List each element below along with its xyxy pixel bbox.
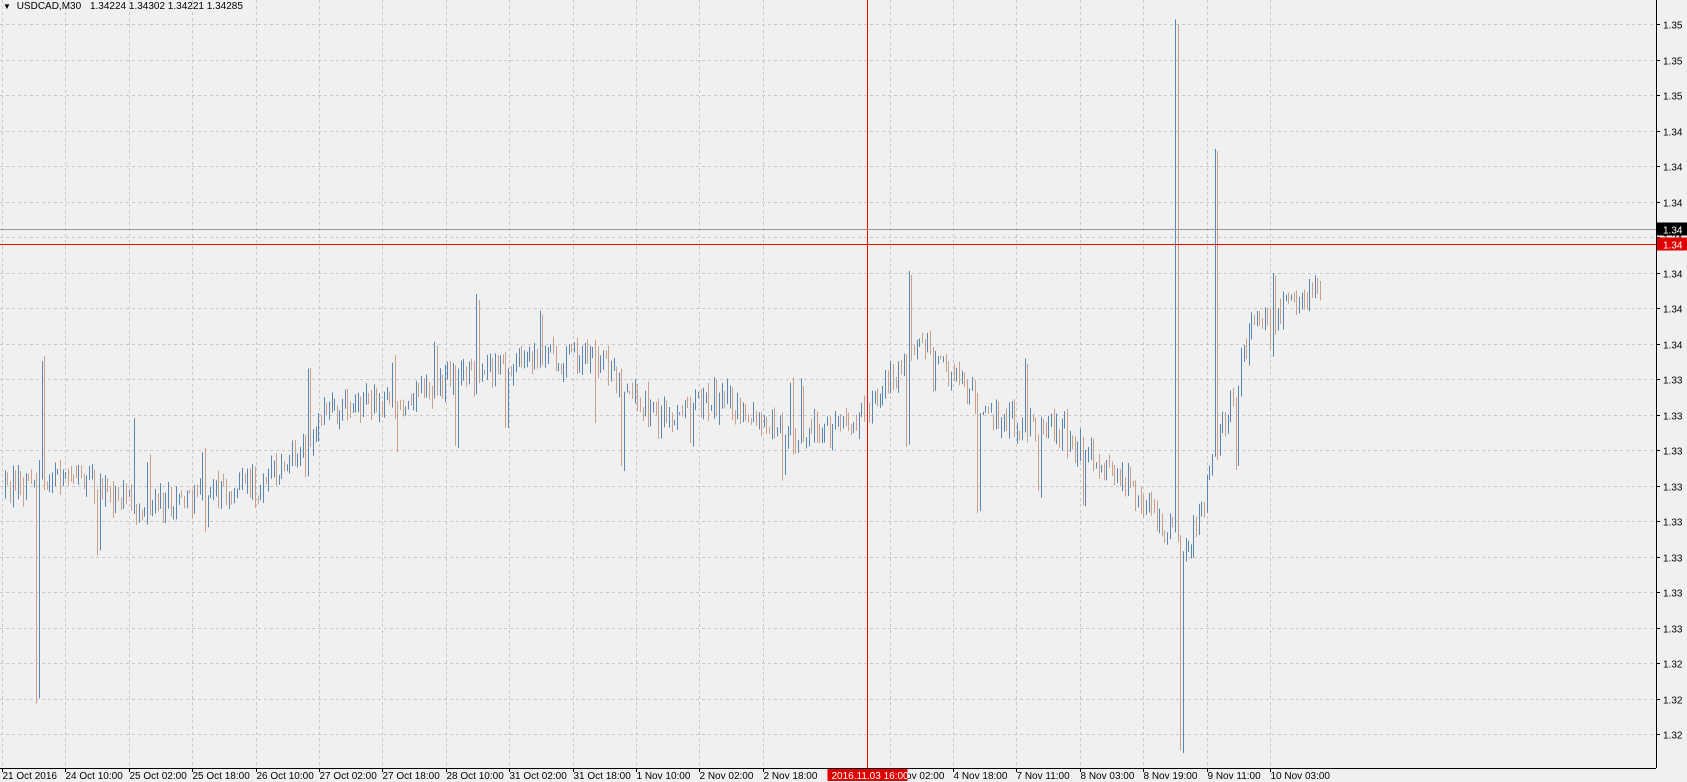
cursor-price-label: 1.34 (1663, 241, 1683, 252)
price-tick-label: 1.34 (1663, 305, 1683, 316)
plot-background (0, 0, 1656, 768)
price-tick-label: 1.33 (1663, 412, 1683, 423)
time-tick-label: 8 Nov 03:00 (1081, 771, 1135, 782)
time-tick-label: 10 Nov 03:00 (1271, 771, 1331, 782)
chart-area[interactable]: 1.35 1.35 1.35 1.34 1.34 1.34 1.34 1.34 1.34 1.34… (0, 0, 1687, 782)
cursor-time-label: 2016.11.03 16:00 (832, 771, 910, 782)
time-tick-label: 25 Oct 18:00 (193, 771, 251, 782)
time-tick-label: 26 Oct 10:00 (257, 771, 315, 782)
price-tick-label: 1.35 (1663, 21, 1683, 32)
ohlc-values: 1.34224 1.34302 1.34221 1.34285 (89, 1, 243, 12)
price-tick-label: 1.34 (1663, 163, 1683, 174)
symbol-header[interactable]: ▼ USDCAD,M30 1.34224 1.34302 1.34221 1.3… (3, 1, 243, 12)
price-tick-label: 1.35 (1663, 57, 1683, 68)
price-tick-label: 1.34 (1663, 341, 1683, 352)
symbol-label: USDCAD,M30 (16, 1, 82, 12)
price-tick-label: 1.34 (1663, 199, 1683, 210)
price-tick-label: 1.33 (1663, 447, 1683, 458)
price-tick-label: 1.32 (1663, 660, 1683, 671)
time-tick-label: 21 Oct 2016 (3, 771, 58, 782)
price-tick-label: 1.33 (1663, 625, 1683, 636)
time-tick-label: 27 Oct 02:00 (320, 771, 378, 782)
price-chart[interactable]: 1.35 1.35 1.35 1.34 1.34 1.34 1.34 1.34 1.34 1.34… (0, 0, 1687, 782)
price-tick-label: 1.33 (1663, 589, 1683, 600)
time-tick-label: 31 Oct 02:00 (510, 771, 568, 782)
price-tick-label: 1.33 (1663, 518, 1683, 529)
price-tick-label: 1.34 (1663, 270, 1683, 281)
time-tick-label: 4 Nov 18:00 (954, 771, 1008, 782)
price-tick-label: 1.34 (1663, 128, 1683, 139)
time-tick-label: 7 Nov 11:00 (1017, 771, 1071, 782)
time-tick-label: 27 Oct 18:00 (383, 771, 441, 782)
price-tick-label: 1.33 (1663, 376, 1683, 387)
time-tick-label: 9 Nov 11:00 (1208, 771, 1262, 782)
time-tick-label: 24 Oct 10:00 (66, 771, 124, 782)
time-tick-label: 8 Nov 19:00 (1144, 771, 1198, 782)
grid (0, 0, 1656, 768)
time-tick-label: 2 Nov 02:00 (700, 771, 754, 782)
time-tick-label: 1 Nov 10:00 (637, 771, 691, 782)
price-tick-label: 1.35 (1663, 92, 1683, 103)
time-tick-label: 2 Nov 18:00 (764, 771, 818, 782)
price-tick-label: 1.32 (1663, 731, 1683, 742)
time-tick-label: 28 Oct 10:00 (447, 771, 505, 782)
price-tick-label: 1.32 (1663, 696, 1683, 707)
time-tick-label: 31 Oct 18:00 (574, 771, 632, 782)
dropdown-triangle-icon[interactable]: ▼ (3, 2, 11, 11)
current-price-label: 1.34 (1663, 226, 1683, 237)
time-tick-label: 25 Oct 02:00 (130, 771, 188, 782)
price-tick-label: 1.33 (1663, 483, 1683, 494)
price-tick-label: 1.33 (1663, 554, 1683, 565)
